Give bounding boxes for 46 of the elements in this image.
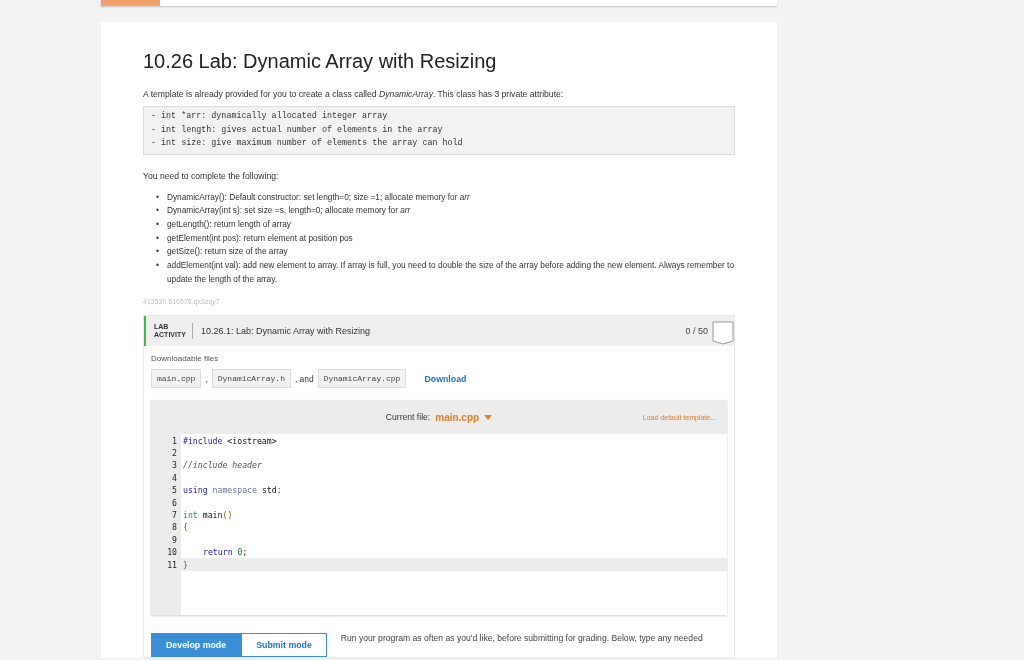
task-item: DynamicArray(int s): set size =s, length=0; allocate memory for arr xyxy=(166,204,411,218)
score-text: 0 / 50 xyxy=(685,326,708,337)
code-line: return 0; xyxy=(203,547,248,558)
bullet: • xyxy=(156,231,159,245)
line-number: 8 xyxy=(151,521,181,534)
line-number: 6 xyxy=(151,496,181,509)
bullet: • xyxy=(156,217,159,231)
task-item: getLength(): return length of array xyxy=(166,217,291,231)
bullet: • xyxy=(156,190,159,204)
separator-text: , xyxy=(205,373,208,384)
task-item: getSize(): return size of the array xyxy=(166,245,288,259)
code-line: //include header xyxy=(183,460,262,471)
code-line: { xyxy=(183,522,188,533)
task-item: addElement(int val): add new element to array. If array is full, you need to double the size of the array before adding the new element. Always remember to update the length of the array. xyxy=(166,259,735,286)
file-name: DynamicArray.cpp xyxy=(317,369,407,389)
mode-tab[interactable]: Submit mode xyxy=(241,632,327,657)
mode-tab[interactable]: Develop mode xyxy=(151,632,242,657)
file-dropdown[interactable]: main.cpp xyxy=(435,411,493,423)
download-link[interactable]: Download xyxy=(424,373,467,384)
page-title: 10.26 Lab: Dynamic Array with Resizing xyxy=(143,50,498,73)
lab-name: 10.26.1: Lab: Dynamic Array with Resizing xyxy=(200,326,371,337)
caret-icon xyxy=(484,414,493,420)
tasks-intro: You need to complete the following: xyxy=(143,170,280,181)
code-line: int main() xyxy=(183,509,233,520)
bullet: • xyxy=(156,204,159,218)
code-text: - int size: give maximum number of elements the array can hold xyxy=(151,137,464,150)
line-number: 3 xyxy=(151,459,181,472)
current-file-label: Current file: xyxy=(385,412,431,423)
task-item: getElement(int pos): return element at position pos xyxy=(166,231,353,245)
code-line: using namespace std; xyxy=(183,485,282,496)
code-line: } xyxy=(183,559,188,570)
bullet: • xyxy=(156,245,159,259)
bullet: • xyxy=(156,259,159,272)
line-number: 1 xyxy=(151,434,181,447)
help-text: Run your program as often as you'd like, before submitting for grading. Below, type any needed xyxy=(340,632,703,643)
score-badge-icon xyxy=(712,321,734,346)
files-label: Downloadable files xyxy=(151,354,220,364)
file-name: DynamicArray.h xyxy=(211,369,291,389)
separator-text: , and xyxy=(294,373,314,384)
file-name: main.cpp xyxy=(151,369,202,389)
progress-tab[interactable] xyxy=(101,0,160,6)
code-text: - int *arr: dynamically allocated integer array xyxy=(151,110,389,123)
code-text: - int length: gives actual number of elements in the array xyxy=(151,123,444,137)
intro-text: A template is already provided for you to create a class called DynamicArray. This class has 3 private attribute: xyxy=(143,89,565,99)
task-item: DynamicArray(): Default constructor: set length=0; size =1; allocate memory for arr xyxy=(166,190,470,204)
code-line: #include <iostream> xyxy=(183,435,277,446)
